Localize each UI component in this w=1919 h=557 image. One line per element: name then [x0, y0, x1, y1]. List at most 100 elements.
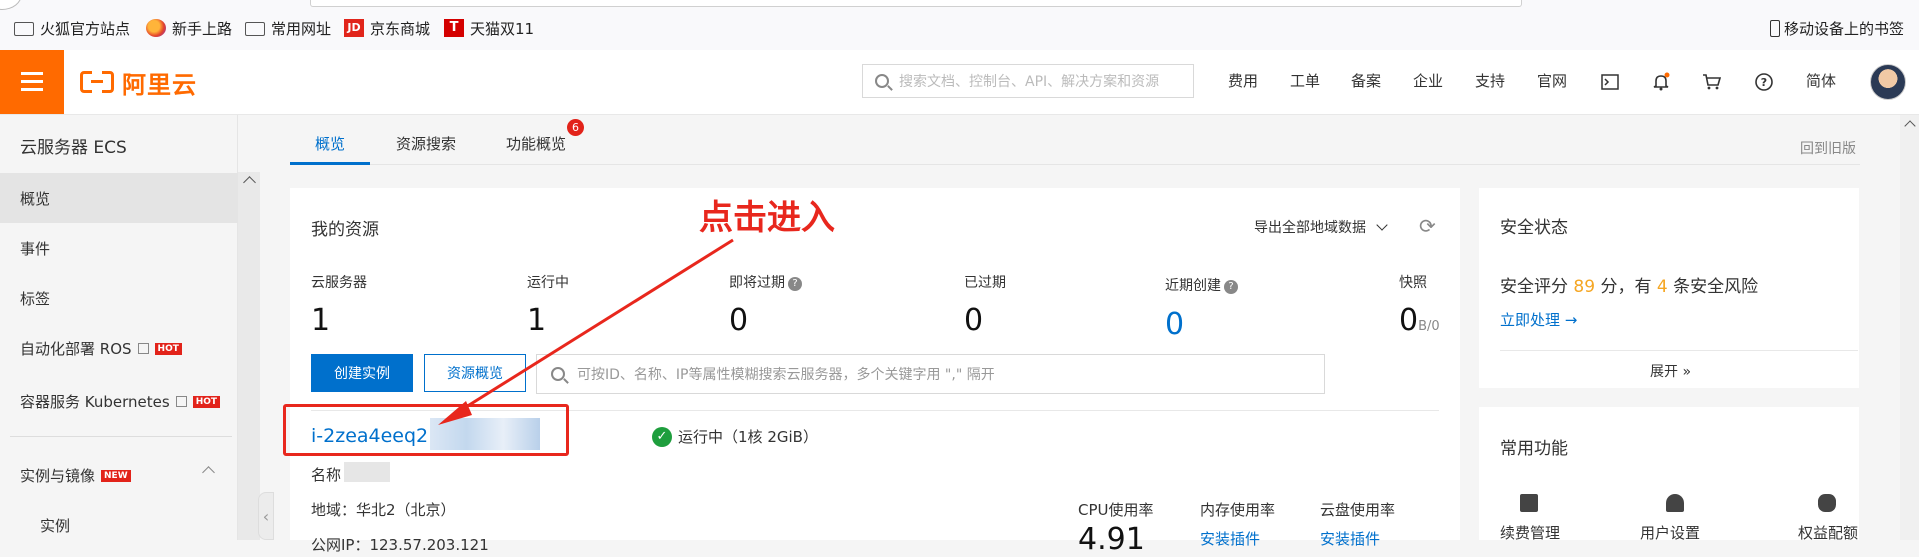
- nav-support[interactable]: 支持: [1475, 70, 1505, 91]
- stat-label-servers: 云服务器: [311, 275, 367, 291]
- score-mid: 分，有: [1595, 277, 1657, 297]
- tmall-icon: T: [444, 19, 464, 37]
- chevron-down-icon: [1376, 219, 1389, 231]
- sidebar-group-instances-images[interactable]: 实例与镜像 NEW: [20, 465, 131, 486]
- svg-text:?: ?: [1761, 76, 1767, 89]
- stat-label-expired: 已过期: [964, 275, 1006, 291]
- refresh-icon[interactable]: ⟳: [1419, 214, 1436, 238]
- stat-value-snapshots[interactable]: 0B/0: [1399, 303, 1440, 338]
- user-settings-icon: [1666, 494, 1684, 512]
- handle-now-link[interactable]: 立即处理 →: [1500, 309, 1577, 330]
- score-value: 89: [1573, 277, 1596, 297]
- bookmark-label: 常用网址: [271, 19, 332, 38]
- stat-value-servers[interactable]: 1: [311, 303, 330, 338]
- memory-install-plugin-link[interactable]: 安装插件: [1200, 528, 1260, 549]
- cart-icon[interactable]: [1700, 70, 1724, 94]
- tabs-divider: [290, 164, 1860, 165]
- hamburger-icon: [21, 80, 43, 83]
- risk-count: 4: [1656, 277, 1668, 297]
- sidebar-item-ros[interactable]: 自动化部署 ROS HOT: [20, 338, 182, 359]
- create-instance-button[interactable]: 创建实例: [311, 354, 413, 392]
- nav-enterprise[interactable]: 企业: [1413, 70, 1443, 91]
- hamburger-icon: [21, 72, 43, 75]
- nav-official-site[interactable]: 官网: [1537, 70, 1567, 91]
- phone-icon: [1770, 19, 1780, 37]
- global-search-input[interactable]: 搜索文档、控制台、API、解决方案和资源: [862, 64, 1194, 98]
- quota-icon: [1818, 494, 1836, 512]
- export-all-regions-dropdown[interactable]: 导出全部地域数据: [1254, 217, 1389, 237]
- logo-text: 阿里云: [122, 70, 197, 99]
- new-badge: NEW: [101, 469, 131, 482]
- divider: [1500, 350, 1858, 351]
- sidebar-title: 云服务器 ECS: [20, 138, 127, 158]
- disk-install-plugin-link[interactable]: 安装插件: [1320, 528, 1380, 549]
- score-suffix: 条安全风险: [1667, 277, 1759, 297]
- redacted-name-blur: [344, 462, 390, 482]
- aliyun-logo[interactable]: 阿里云: [80, 66, 197, 99]
- hot-badge: HOT: [192, 395, 221, 408]
- export-label: 导出全部地域数据: [1254, 220, 1366, 236]
- sidebar-item-overview[interactable]: 概览: [20, 188, 50, 209]
- instance-public-ip: 公网IP：123.57.203.121: [311, 536, 489, 554]
- tab-resource-search[interactable]: 资源搜索: [396, 133, 456, 154]
- stat-label-recent: 近期创建?: [1165, 275, 1238, 295]
- sidebar-item-events[interactable]: 事件: [20, 238, 50, 259]
- bookmark-tmall[interactable]: T 天猫双11: [444, 18, 534, 38]
- search-icon: [875, 74, 889, 88]
- hot-badge: HOT: [154, 342, 182, 355]
- bookmark-mobile[interactable]: 移动设备上的书签: [1770, 18, 1904, 38]
- expand-button[interactable]: 展开 »: [1650, 361, 1691, 381]
- hamburger-icon: [21, 88, 43, 91]
- back-to-old-version-link[interactable]: 回到旧版: [1800, 138, 1856, 158]
- avatar[interactable]: [1870, 64, 1906, 100]
- tab-overview[interactable]: 概览: [315, 133, 345, 154]
- firefox-icon: [146, 19, 166, 37]
- score-prefix: 安全评分: [1500, 277, 1574, 297]
- folder-icon: [14, 22, 34, 36]
- language-switch[interactable]: 简体: [1806, 70, 1836, 91]
- stat-label-text: 近期创建: [1165, 278, 1221, 294]
- help-icon[interactable]: ?: [1224, 280, 1238, 294]
- nav-billing[interactable]: 费用: [1228, 70, 1258, 91]
- security-score: 安全评分 89 分，有 4 条安全风险: [1500, 272, 1758, 297]
- nav-filing[interactable]: 备案: [1351, 70, 1381, 91]
- bookmark-jd[interactable]: JD 京东商城: [344, 18, 430, 38]
- instance-name-label: 名称: [311, 466, 342, 484]
- url-bar[interactable]: [310, 0, 1522, 7]
- stat-value-recent[interactable]: 0: [1165, 307, 1184, 342]
- sidebar-item-kubernetes[interactable]: 容器服务 Kubernetes HOT: [20, 391, 221, 412]
- active-tab-indicator: [290, 162, 370, 165]
- common-functions-card: [1479, 407, 1859, 540]
- sidebar-item-tags[interactable]: 标签: [20, 288, 50, 309]
- bell-icon[interactable]: [1649, 70, 1673, 94]
- external-link-icon: [137, 343, 149, 354]
- bookmark-label: 新手上路: [172, 19, 233, 38]
- annotation-arrow: [438, 238, 734, 425]
- cpu-usage-label: CPU使用率: [1078, 501, 1154, 519]
- search-placeholder: 搜索文档、控制台、API、解决方案和资源: [899, 74, 1160, 90]
- terminal-icon[interactable]: [1598, 70, 1622, 94]
- tab-feature-overview[interactable]: 功能概览: [506, 133, 566, 154]
- jd-icon: JD: [344, 19, 364, 37]
- nav-ticket[interactable]: 工单: [1290, 70, 1320, 91]
- stat-value-expired[interactable]: 0: [964, 303, 983, 338]
- external-link-icon: [175, 396, 187, 407]
- bookmark-label: 天猫双11: [470, 19, 535, 38]
- menu-button[interactable]: [0, 50, 64, 114]
- bookmark-getting-started[interactable]: 新手上路: [146, 18, 232, 38]
- sidebar-item-instances[interactable]: 实例: [40, 515, 70, 536]
- bookmark-label: 火狐官方站点: [40, 19, 131, 38]
- sidebar-scrollbar[interactable]: [238, 172, 260, 540]
- instance-region: 地域：华北2（北京）: [311, 501, 456, 519]
- sidebar-collapse-toggle[interactable]: ‹: [258, 492, 274, 540]
- memory-usage-label: 内存使用率: [1200, 501, 1276, 519]
- help-icon[interactable]: ?: [1752, 70, 1776, 94]
- page-scrollbar[interactable]: [1900, 115, 1919, 540]
- help-icon[interactable]: ?: [788, 277, 802, 291]
- common-functions-title: 常用功能: [1500, 439, 1568, 459]
- disk-usage-label: 云盘使用率: [1320, 501, 1396, 519]
- notification-badge: 6: [567, 119, 584, 136]
- bookmark-firefox-site[interactable]: 火狐官方站点: [14, 18, 130, 38]
- bookmark-common-sites[interactable]: 常用网址: [245, 18, 331, 38]
- snapshot-count: 0: [1399, 303, 1419, 338]
